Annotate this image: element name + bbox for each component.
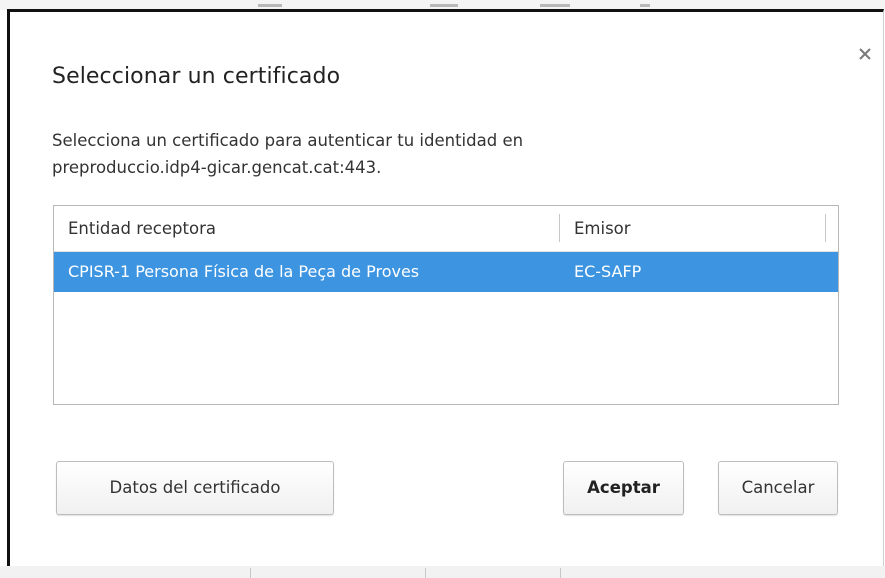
cell-issuer: EC-SAFP <box>574 262 642 281</box>
certificate-table: Entidad receptora Emisor CPISR-1 Persona… <box>53 205 839 405</box>
column-separator[interactable] <box>559 214 560 242</box>
background-mark <box>425 568 426 578</box>
accept-button[interactable]: Aceptar <box>563 461 684 515</box>
background-mark <box>430 4 458 7</box>
table-row-selected[interactable]: CPISR-1 Persona Física de la Peça de Pro… <box>54 252 838 292</box>
cancel-button[interactable]: Cancelar <box>718 461 838 515</box>
dialog-title: Seleccionar un certificado <box>52 64 341 89</box>
screen: Seleccionar un certificado Selecciona un… <box>0 0 885 578</box>
background-page-bottom <box>0 566 885 578</box>
select-certificate-dialog: Seleccionar un certificado Selecciona un… <box>7 9 884 566</box>
background-mark <box>560 568 561 578</box>
background-mark <box>540 4 570 7</box>
background-mark <box>640 4 650 7</box>
background-mark <box>258 4 282 7</box>
close-icon <box>859 48 871 60</box>
description-line-1: Selecciona un certificado para autentica… <box>52 131 524 150</box>
column-header-issuer[interactable]: Emisor <box>574 206 631 251</box>
certificate-details-button[interactable]: Datos del certificado <box>56 461 334 515</box>
close-button[interactable] <box>857 46 873 62</box>
description-line-2: preproduccio.idp4-gicar.gencat.cat:443. <box>52 158 382 177</box>
background-mark <box>250 568 251 578</box>
column-header-subject[interactable]: Entidad receptora <box>68 206 216 251</box>
dialog-description: Selecciona un certificado para autentica… <box>52 127 812 181</box>
column-separator[interactable] <box>825 214 826 242</box>
table-header: Entidad receptora Emisor <box>54 206 838 252</box>
cell-subject: CPISR-1 Persona Física de la Peça de Pro… <box>68 262 420 281</box>
